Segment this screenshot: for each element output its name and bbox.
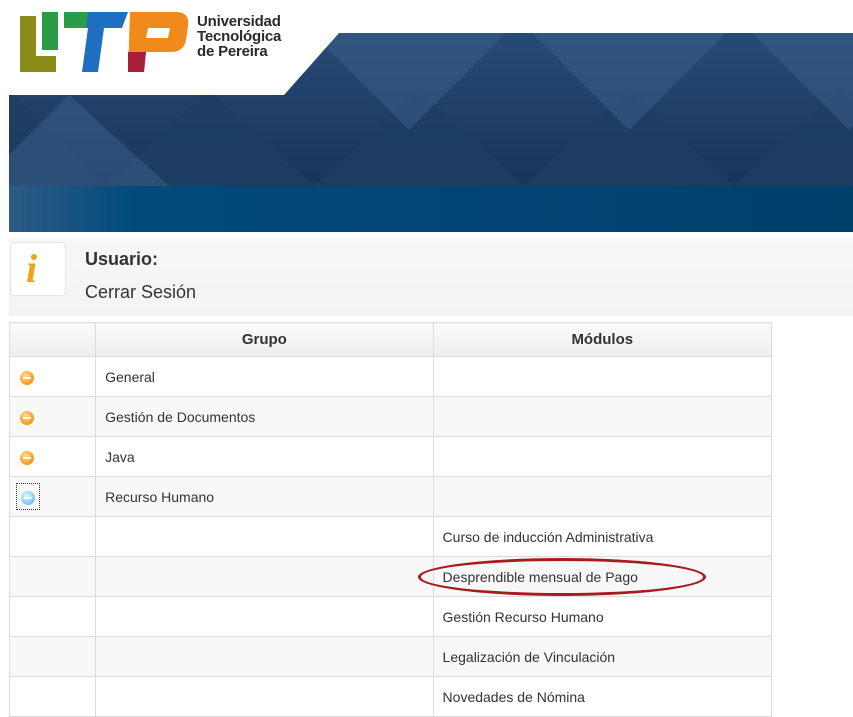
module-link[interactable]: Gestión Recurso Humano: [432, 596, 773, 637]
header-grupo: Grupo: [95, 322, 434, 357]
module-link[interactable]: Novedades de Nómina: [432, 676, 773, 717]
table-row: Gestión de Documentos: [8, 396, 773, 437]
logo-line-2: Tecnológica: [197, 28, 282, 45]
modules-table: Grupo Módulos General Gestión de Documen…: [8, 322, 773, 717]
module-cell: [432, 396, 773, 437]
table-row: Desprendible mensual de Pago: [8, 556, 773, 597]
logo-text: Universidad Tecnológica de Pereira: [197, 14, 281, 59]
header-toggle: [8, 322, 97, 357]
expand-icon[interactable]: [20, 450, 34, 465]
group-name: General: [95, 356, 434, 397]
expand-icon[interactable]: [20, 410, 34, 425]
utp-logo: [20, 12, 189, 72]
logout-link[interactable]: Cerrar Sesión: [85, 282, 196, 303]
group-name: Java: [95, 436, 434, 477]
module-link[interactable]: Legalización de Vinculación: [432, 636, 773, 677]
logo-line-1: Universidad: [197, 13, 281, 30]
module-cell: [432, 476, 773, 517]
table-header-row: Grupo Módulos: [8, 322, 773, 357]
module-cell: [432, 356, 773, 397]
info-icon: i: [10, 242, 66, 296]
table-row: Novedades de Nómina: [8, 676, 773, 717]
table-row: General: [8, 356, 773, 397]
table-row: Curso de inducción Administrativa: [8, 516, 773, 557]
table-row: Java: [8, 436, 773, 477]
group-name: Gestión de Documentos: [95, 396, 434, 437]
module-cell: [432, 436, 773, 477]
table-row: Recurso Humano: [8, 476, 773, 517]
expand-icon[interactable]: [20, 370, 34, 385]
user-label: Usuario:: [85, 249, 159, 269]
collapse-icon[interactable]: [21, 490, 35, 505]
module-link-highlighted[interactable]: Desprendible mensual de Pago: [432, 556, 773, 597]
logo-line-3: de Pereira: [197, 43, 268, 60]
group-name: Recurso Humano: [95, 476, 434, 517]
user-panel: i Usuario: Cerrar Sesión: [9, 238, 853, 316]
table-row: Legalización de Vinculación: [8, 636, 773, 677]
module-link[interactable]: Curso de inducción Administrativa: [432, 516, 773, 557]
table-row: Gestión Recurso Humano: [8, 596, 773, 637]
header-modulos: Módulos: [432, 322, 773, 357]
